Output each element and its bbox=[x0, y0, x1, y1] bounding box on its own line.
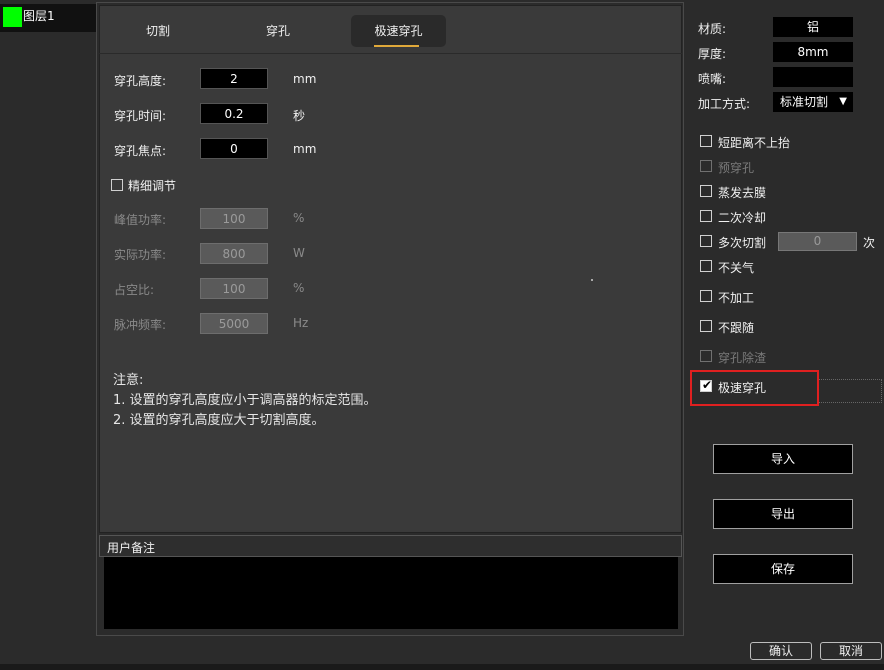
process-mode-label: 加工方式: bbox=[698, 97, 751, 111]
tab-fast-pierce[interactable]: 极速穿孔 bbox=[351, 15, 446, 47]
pierce-slag-checkbox bbox=[700, 350, 712, 362]
remark-header bbox=[99, 535, 682, 557]
tab-cut[interactable]: 切割 bbox=[118, 15, 198, 47]
pierce-focus-input[interactable]: 0 bbox=[200, 138, 268, 159]
dropdown-arrow-icon: ▼ bbox=[839, 96, 847, 107]
multi-cut-checkbox[interactable] bbox=[700, 235, 712, 247]
active-tab-indicator bbox=[374, 45, 419, 47]
notes-line-1: 1. 设置的穿孔高度应小于调高器的标定范围。 bbox=[113, 393, 377, 408]
pulse-freq-input: 5000 bbox=[200, 313, 268, 334]
pre-pierce-label: 预穿孔 bbox=[718, 161, 755, 175]
annotation-highlight-box bbox=[690, 370, 819, 406]
notes-section: 注意: 1. 设置的穿孔高度应小于调高器的标定范围。 2. 设置的穿孔高度应大于… bbox=[113, 371, 533, 431]
evaporate-film-label: 蒸发去膜 bbox=[718, 186, 767, 200]
short-no-lift-checkbox[interactable] bbox=[700, 135, 712, 147]
no-process-checkbox[interactable] bbox=[700, 290, 712, 302]
peak-power-unit: % bbox=[293, 211, 305, 225]
peak-power-input: 100 bbox=[200, 208, 268, 229]
process-mode-select[interactable]: 标准切割 ▼ bbox=[773, 92, 853, 112]
no-follow-label: 不跟随 bbox=[718, 321, 755, 335]
actual-power-label: 实际功率: bbox=[114, 248, 167, 262]
pierce-time-input[interactable]: 0.2 bbox=[200, 103, 268, 124]
short-no-lift-label: 短距离不上抬 bbox=[718, 136, 791, 150]
actual-power-unit: W bbox=[293, 246, 305, 260]
pierce-height-label: 穿孔高度: bbox=[114, 74, 167, 88]
actual-power-input: 800 bbox=[200, 243, 268, 264]
pierce-focus-unit: mm bbox=[293, 142, 317, 156]
thickness-label: 厚度: bbox=[698, 47, 727, 61]
ok-button[interactable]: 确认 bbox=[750, 642, 812, 660]
pre-pierce-checkbox bbox=[700, 160, 712, 172]
pierce-time-unit: 秒 bbox=[293, 109, 306, 123]
export-button[interactable]: 导出 bbox=[713, 499, 853, 529]
pierce-time-label: 穿孔时间: bbox=[114, 109, 167, 123]
bottom-edge bbox=[0, 664, 884, 670]
duty-cycle-unit: % bbox=[293, 281, 305, 295]
keep-gas-checkbox[interactable] bbox=[700, 260, 712, 272]
no-process-label: 不加工 bbox=[718, 291, 755, 305]
material-value[interactable]: 铝 bbox=[773, 17, 853, 37]
multi-cut-count-input: 0 bbox=[778, 232, 857, 251]
save-button[interactable]: 保存 bbox=[713, 554, 853, 584]
thickness-value[interactable]: 8mm bbox=[773, 42, 853, 62]
pierce-slag-label: 穿孔除渣 bbox=[718, 351, 767, 365]
notes-line-2: 2. 设置的穿孔高度应大于切割高度。 bbox=[113, 413, 325, 428]
fine-adjust-checkbox[interactable] bbox=[111, 179, 123, 191]
evaporate-film-checkbox[interactable] bbox=[700, 185, 712, 197]
material-label: 材质: bbox=[698, 22, 727, 36]
tab-pierce[interactable]: 穿孔 bbox=[238, 15, 318, 47]
layer-panel bbox=[0, 0, 96, 670]
fine-adjust-label: 精细调节 bbox=[128, 179, 177, 193]
peak-power-label: 峰值功率: bbox=[114, 213, 167, 227]
notes-title: 注意: bbox=[113, 373, 144, 388]
process-mode-value: 标准切割 bbox=[780, 95, 829, 109]
import-button[interactable]: 导入 bbox=[713, 444, 853, 474]
multi-cut-label: 多次切割 bbox=[718, 236, 767, 250]
params-panel bbox=[99, 5, 682, 533]
pierce-height-input[interactable]: 2 bbox=[200, 68, 268, 89]
nozzle-label: 喷嘴: bbox=[698, 72, 727, 86]
keep-gas-label: 不关气 bbox=[718, 261, 755, 275]
layer-name: 图层1 bbox=[23, 9, 55, 23]
cancel-button[interactable]: 取消 bbox=[820, 642, 882, 660]
secondary-cool-checkbox[interactable] bbox=[700, 210, 712, 222]
multi-cut-unit: 次 bbox=[863, 236, 876, 250]
tab-divider bbox=[99, 53, 682, 54]
pulse-freq-label: 脉冲频率: bbox=[114, 318, 167, 332]
pierce-height-unit: mm bbox=[293, 72, 317, 86]
nozzle-value[interactable] bbox=[773, 67, 853, 87]
pulse-freq-unit: Hz bbox=[293, 316, 309, 330]
no-follow-checkbox[interactable] bbox=[700, 320, 712, 332]
duty-cycle-input: 100 bbox=[200, 278, 268, 299]
pierce-focus-label: 穿孔焦点: bbox=[114, 144, 167, 158]
duty-cycle-label: 占空比: bbox=[114, 283, 155, 297]
secondary-cool-label: 二次冷却 bbox=[718, 211, 767, 225]
stray-pixel bbox=[591, 279, 593, 281]
layer-color-swatch bbox=[3, 7, 22, 27]
remark-title: 用户备注 bbox=[107, 541, 156, 555]
highlight-extension bbox=[817, 379, 882, 403]
remark-textarea[interactable] bbox=[104, 557, 678, 629]
